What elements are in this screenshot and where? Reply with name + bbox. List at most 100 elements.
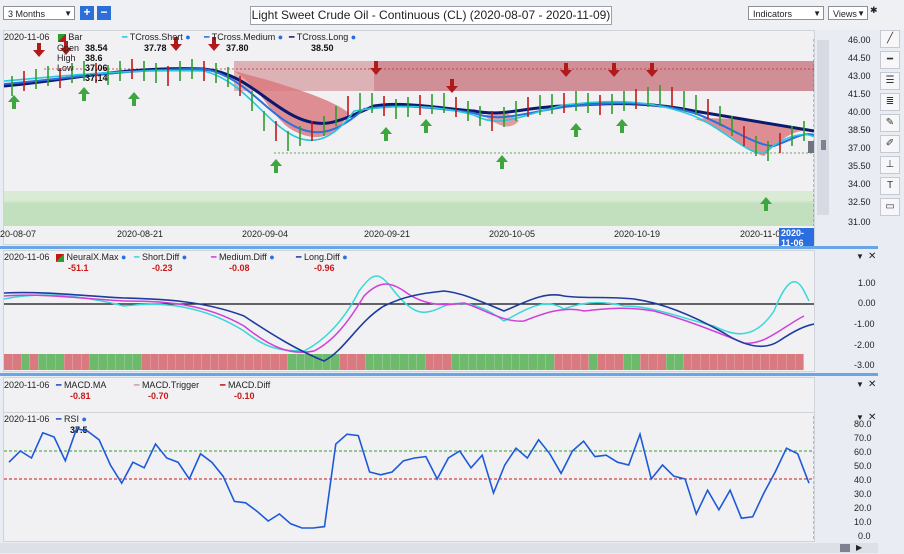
tcross-short-label: TCross.Short: [129, 32, 183, 42]
buy-arrow-icon: [420, 119, 432, 133]
open-label: Open: [57, 43, 80, 53]
y-tick: 41.50: [848, 89, 871, 99]
medium-diff-value: -0.08: [229, 263, 250, 273]
neural-bar: [90, 354, 99, 370]
open-value: 38.54: [85, 43, 108, 53]
neural-bar: [262, 354, 271, 370]
macd-ma-label: MACD.MA: [63, 380, 107, 390]
chevron-right-icon[interactable]: ▶: [856, 543, 862, 552]
price-scrollbar[interactable]: [817, 40, 829, 215]
neural-bar: [554, 354, 563, 370]
comment-tool-icon[interactable]: ▭: [880, 198, 900, 216]
add-button[interactable]: +: [80, 6, 94, 20]
neural-bar: [279, 354, 288, 370]
scroll-thumb[interactable]: [821, 140, 826, 150]
channel-tool-icon[interactable]: ☰: [880, 72, 900, 90]
neural-date: 2020-11-06: [4, 252, 50, 262]
neural-panel: 2020-11-06 NeuralX.Max ● -51.1 ━ Short.D…: [3, 250, 815, 372]
neural-bar: [786, 354, 795, 370]
neural-bar: [735, 354, 744, 370]
y-tick: 44.50: [848, 53, 871, 63]
y-tick: 32.50: [848, 197, 871, 207]
macd-ma-legend: ━ MACD.MA -0.81: [56, 380, 107, 401]
remove-button[interactable]: −: [97, 6, 111, 20]
x-tick: 2020-09-04: [242, 229, 289, 239]
price-legend: 2020-11-06 Bar: [4, 32, 82, 42]
neural-bar: [210, 354, 219, 370]
collapse-icon[interactable]: ▼: [856, 252, 864, 261]
chevron-down-icon: ▼: [813, 9, 821, 18]
buy-arrow-icon: [496, 155, 508, 169]
indicators-dropdown[interactable]: Indicators ▼: [748, 6, 824, 20]
neural-histogram: [4, 354, 804, 370]
neural-bar: [124, 354, 133, 370]
neural-bar: [184, 354, 193, 370]
fib-tool-icon[interactable]: ≣: [880, 93, 900, 111]
neural-bar: [253, 354, 262, 370]
rsi-chart[interactable]: [4, 416, 814, 541]
line-tool-icon[interactable]: ╱: [880, 30, 900, 48]
neural-bar: [623, 354, 632, 370]
y-tick: 10.0: [854, 517, 872, 527]
y-tick: 40.00: [848, 107, 871, 117]
tcross-medium-value: 37.80: [226, 43, 249, 53]
range-select[interactable]: 3 Months ▼: [3, 6, 75, 20]
neural-bar: [468, 354, 477, 370]
neural-bar: [29, 354, 39, 370]
close-icon[interactable]: ✕: [868, 379, 876, 390]
legend-date: 2020-11-06: [4, 32, 50, 42]
neural-bar: [38, 354, 47, 370]
y-tick: -1.00: [854, 319, 875, 329]
x-tick: 2020-11-0: [740, 229, 781, 239]
neural-bar: [597, 354, 606, 370]
neural-bar: [227, 354, 236, 370]
tcross-short-value: 37.78: [144, 43, 167, 53]
pane-divider[interactable]: [0, 246, 878, 249]
neural-bar: [717, 354, 727, 370]
tcross-medium-label: TCross.Medium: [211, 32, 276, 42]
close-icon[interactable]: ✕: [868, 251, 876, 262]
neural-bar: [477, 354, 486, 370]
y-tick: 31.00: [848, 217, 871, 227]
tcross-long-legend: ━ TCross.Long ● 38.50: [289, 32, 357, 53]
sub-pane-divider: [4, 412, 814, 413]
hline-tool-icon[interactable]: ━: [880, 51, 900, 69]
neural-bar: [502, 354, 512, 370]
scroll-thumb[interactable]: [840, 544, 850, 552]
collapse-icon[interactable]: ▼: [856, 380, 864, 389]
measure-tool-icon[interactable]: ⊥: [880, 156, 900, 174]
bearish-cloud-2: [484, 112, 519, 127]
neural-bar: [588, 354, 598, 370]
chart-title: Light Sweet Crude Oil - Continuous (CL) …: [250, 6, 612, 25]
pencil-tool-icon[interactable]: ✎: [880, 114, 900, 132]
pane-divider[interactable]: [0, 373, 878, 376]
neuralx-legend: NeuralX.Max ● -51.1: [56, 252, 126, 274]
neural-bar: [4, 354, 13, 370]
text-tool-icon[interactable]: T: [880, 177, 900, 195]
views-dropdown[interactable]: Views ▼: [828, 6, 868, 20]
tcross-short-legend: ━ TCross.Short ● 37.78: [122, 32, 191, 53]
short-diff-line: [4, 275, 810, 352]
macd-trigger-label: MACD.Trigger: [141, 380, 200, 390]
neural-bar: [683, 354, 692, 370]
drawing-tools: ╱ ━ ☰ ≣ ✎ ✐ ⊥ T ▭: [880, 30, 900, 219]
y-tick: 80.0: [854, 419, 872, 429]
neural-bar: [219, 354, 228, 370]
neural-bar: [571, 354, 580, 370]
neural-bar: [64, 354, 73, 370]
y-tick: 40.0: [854, 475, 872, 485]
neural-bar: [537, 354, 546, 370]
neural-bar: [434, 354, 443, 370]
neural-bar: [726, 354, 735, 370]
low-value: 37.06: [85, 63, 108, 73]
pin-icon[interactable]: ✱: [870, 5, 878, 16]
horizontal-scrollbar[interactable]: ▶: [0, 543, 878, 553]
price-chart[interactable]: [4, 31, 814, 244]
marker-tool-icon[interactable]: ✐: [880, 135, 900, 153]
macd-diff-value: -0.10: [234, 391, 255, 401]
tcross-long-label: TCross.Long: [296, 32, 349, 42]
buy-arrow-icon: [128, 92, 140, 106]
neural-bar: [614, 354, 623, 370]
neural-bar: [459, 354, 469, 370]
neural-bar: [201, 354, 211, 370]
